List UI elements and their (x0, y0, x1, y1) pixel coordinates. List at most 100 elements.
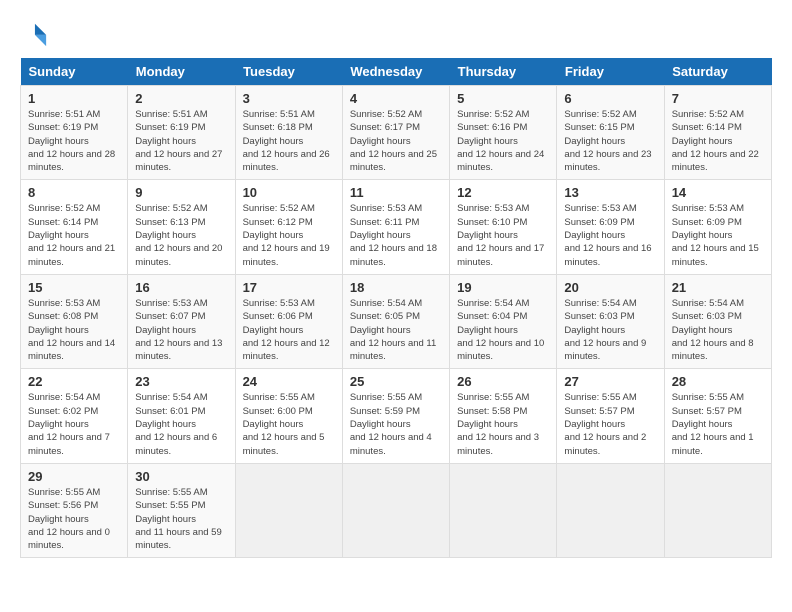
header-row: SundayMondayTuesdayWednesdayThursdayFrid… (21, 58, 772, 86)
calendar-cell: 21 Sunrise: 5:54 AM Sunset: 6:03 PM Dayl… (664, 274, 771, 368)
calendar-cell: 28 Sunrise: 5:55 AM Sunset: 5:57 PM Dayl… (664, 369, 771, 463)
day-number: 27 (564, 374, 656, 389)
weekday-header-monday: Monday (128, 58, 235, 86)
day-number: 11 (350, 185, 442, 200)
day-info: Sunrise: 5:53 AM Sunset: 6:10 PM Dayligh… (457, 202, 549, 268)
calendar-week-5: 29 Sunrise: 5:55 AM Sunset: 5:56 PM Dayl… (21, 463, 772, 557)
day-info: Sunrise: 5:54 AM Sunset: 6:03 PM Dayligh… (672, 297, 764, 363)
calendar-cell: 25 Sunrise: 5:55 AM Sunset: 5:59 PM Dayl… (342, 369, 449, 463)
day-info: Sunrise: 5:52 AM Sunset: 6:15 PM Dayligh… (564, 108, 656, 174)
day-info: Sunrise: 5:51 AM Sunset: 6:19 PM Dayligh… (135, 108, 227, 174)
day-number: 25 (350, 374, 442, 389)
day-info: Sunrise: 5:52 AM Sunset: 6:17 PM Dayligh… (350, 108, 442, 174)
calendar-cell: 18 Sunrise: 5:54 AM Sunset: 6:05 PM Dayl… (342, 274, 449, 368)
calendar-cell: 22 Sunrise: 5:54 AM Sunset: 6:02 PM Dayl… (21, 369, 128, 463)
day-info: Sunrise: 5:55 AM Sunset: 5:58 PM Dayligh… (457, 391, 549, 457)
day-info: Sunrise: 5:53 AM Sunset: 6:11 PM Dayligh… (350, 202, 442, 268)
day-number: 12 (457, 185, 549, 200)
calendar-cell: 16 Sunrise: 5:53 AM Sunset: 6:07 PM Dayl… (128, 274, 235, 368)
weekday-header-sunday: Sunday (21, 58, 128, 86)
day-info: Sunrise: 5:51 AM Sunset: 6:19 PM Dayligh… (28, 108, 120, 174)
calendar-week-4: 22 Sunrise: 5:54 AM Sunset: 6:02 PM Dayl… (21, 369, 772, 463)
day-info: Sunrise: 5:54 AM Sunset: 6:02 PM Dayligh… (28, 391, 120, 457)
calendar-cell: 29 Sunrise: 5:55 AM Sunset: 5:56 PM Dayl… (21, 463, 128, 557)
day-number: 19 (457, 280, 549, 295)
day-info: Sunrise: 5:52 AM Sunset: 6:12 PM Dayligh… (243, 202, 335, 268)
calendar-cell: 9 Sunrise: 5:52 AM Sunset: 6:13 PM Dayli… (128, 180, 235, 274)
day-info: Sunrise: 5:53 AM Sunset: 6:09 PM Dayligh… (564, 202, 656, 268)
calendar-week-3: 15 Sunrise: 5:53 AM Sunset: 6:08 PM Dayl… (21, 274, 772, 368)
calendar-cell: 5 Sunrise: 5:52 AM Sunset: 6:16 PM Dayli… (450, 86, 557, 180)
day-info: Sunrise: 5:51 AM Sunset: 6:18 PM Dayligh… (243, 108, 335, 174)
day-number: 23 (135, 374, 227, 389)
calendar-cell: 23 Sunrise: 5:54 AM Sunset: 6:01 PM Dayl… (128, 369, 235, 463)
day-number: 26 (457, 374, 549, 389)
calendar-header: SundayMondayTuesdayWednesdayThursdayFrid… (21, 58, 772, 86)
day-number: 20 (564, 280, 656, 295)
weekday-header-wednesday: Wednesday (342, 58, 449, 86)
calendar-cell: 1 Sunrise: 5:51 AM Sunset: 6:19 PM Dayli… (21, 86, 128, 180)
calendar-cell: 20 Sunrise: 5:54 AM Sunset: 6:03 PM Dayl… (557, 274, 664, 368)
day-info: Sunrise: 5:52 AM Sunset: 6:14 PM Dayligh… (28, 202, 120, 268)
weekday-header-saturday: Saturday (664, 58, 771, 86)
calendar-cell: 7 Sunrise: 5:52 AM Sunset: 6:14 PM Dayli… (664, 86, 771, 180)
calendar-cell (664, 463, 771, 557)
day-number: 15 (28, 280, 120, 295)
day-number: 7 (672, 91, 764, 106)
day-number: 9 (135, 185, 227, 200)
day-info: Sunrise: 5:55 AM Sunset: 5:55 PM Dayligh… (135, 486, 227, 552)
day-number: 13 (564, 185, 656, 200)
day-number: 5 (457, 91, 549, 106)
logo (20, 20, 52, 48)
calendar-cell (557, 463, 664, 557)
day-info: Sunrise: 5:54 AM Sunset: 6:01 PM Dayligh… (135, 391, 227, 457)
day-number: 29 (28, 469, 120, 484)
day-info: Sunrise: 5:52 AM Sunset: 6:16 PM Dayligh… (457, 108, 549, 174)
day-number: 24 (243, 374, 335, 389)
calendar-cell: 14 Sunrise: 5:53 AM Sunset: 6:09 PM Dayl… (664, 180, 771, 274)
calendar-cell: 11 Sunrise: 5:53 AM Sunset: 6:11 PM Dayl… (342, 180, 449, 274)
day-info: Sunrise: 5:52 AM Sunset: 6:14 PM Dayligh… (672, 108, 764, 174)
day-number: 16 (135, 280, 227, 295)
weekday-header-thursday: Thursday (450, 58, 557, 86)
calendar-cell: 27 Sunrise: 5:55 AM Sunset: 5:57 PM Dayl… (557, 369, 664, 463)
weekday-header-tuesday: Tuesday (235, 58, 342, 86)
day-info: Sunrise: 5:53 AM Sunset: 6:06 PM Dayligh… (243, 297, 335, 363)
calendar-cell (450, 463, 557, 557)
day-number: 3 (243, 91, 335, 106)
day-number: 14 (672, 185, 764, 200)
calendar-cell: 30 Sunrise: 5:55 AM Sunset: 5:55 PM Dayl… (128, 463, 235, 557)
day-number: 28 (672, 374, 764, 389)
calendar-cell: 13 Sunrise: 5:53 AM Sunset: 6:09 PM Dayl… (557, 180, 664, 274)
weekday-header-friday: Friday (557, 58, 664, 86)
day-info: Sunrise: 5:55 AM Sunset: 5:57 PM Dayligh… (564, 391, 656, 457)
day-info: Sunrise: 5:52 AM Sunset: 6:13 PM Dayligh… (135, 202, 227, 268)
calendar-cell: 2 Sunrise: 5:51 AM Sunset: 6:19 PM Dayli… (128, 86, 235, 180)
day-info: Sunrise: 5:55 AM Sunset: 5:57 PM Dayligh… (672, 391, 764, 457)
calendar-cell: 17 Sunrise: 5:53 AM Sunset: 6:06 PM Dayl… (235, 274, 342, 368)
day-info: Sunrise: 5:53 AM Sunset: 6:08 PM Dayligh… (28, 297, 120, 363)
calendar-cell: 10 Sunrise: 5:52 AM Sunset: 6:12 PM Dayl… (235, 180, 342, 274)
calendar-body: 1 Sunrise: 5:51 AM Sunset: 6:19 PM Dayli… (21, 86, 772, 558)
calendar-cell (342, 463, 449, 557)
day-info: Sunrise: 5:53 AM Sunset: 6:07 PM Dayligh… (135, 297, 227, 363)
calendar-cell: 12 Sunrise: 5:53 AM Sunset: 6:10 PM Dayl… (450, 180, 557, 274)
day-info: Sunrise: 5:53 AM Sunset: 6:09 PM Dayligh… (672, 202, 764, 268)
day-number: 1 (28, 91, 120, 106)
day-info: Sunrise: 5:54 AM Sunset: 6:05 PM Dayligh… (350, 297, 442, 363)
day-number: 18 (350, 280, 442, 295)
calendar-cell: 24 Sunrise: 5:55 AM Sunset: 6:00 PM Dayl… (235, 369, 342, 463)
calendar-cell: 6 Sunrise: 5:52 AM Sunset: 6:15 PM Dayli… (557, 86, 664, 180)
calendar-cell (235, 463, 342, 557)
calendar-cell: 8 Sunrise: 5:52 AM Sunset: 6:14 PM Dayli… (21, 180, 128, 274)
day-number: 22 (28, 374, 120, 389)
calendar-cell: 3 Sunrise: 5:51 AM Sunset: 6:18 PM Dayli… (235, 86, 342, 180)
calendar-week-1: 1 Sunrise: 5:51 AM Sunset: 6:19 PM Dayli… (21, 86, 772, 180)
day-number: 21 (672, 280, 764, 295)
day-info: Sunrise: 5:55 AM Sunset: 6:00 PM Dayligh… (243, 391, 335, 457)
calendar-table: SundayMondayTuesdayWednesdayThursdayFrid… (20, 58, 772, 558)
calendar-cell: 15 Sunrise: 5:53 AM Sunset: 6:08 PM Dayl… (21, 274, 128, 368)
logo-icon (20, 20, 48, 48)
day-info: Sunrise: 5:55 AM Sunset: 5:56 PM Dayligh… (28, 486, 120, 552)
calendar-cell: 4 Sunrise: 5:52 AM Sunset: 6:17 PM Dayli… (342, 86, 449, 180)
